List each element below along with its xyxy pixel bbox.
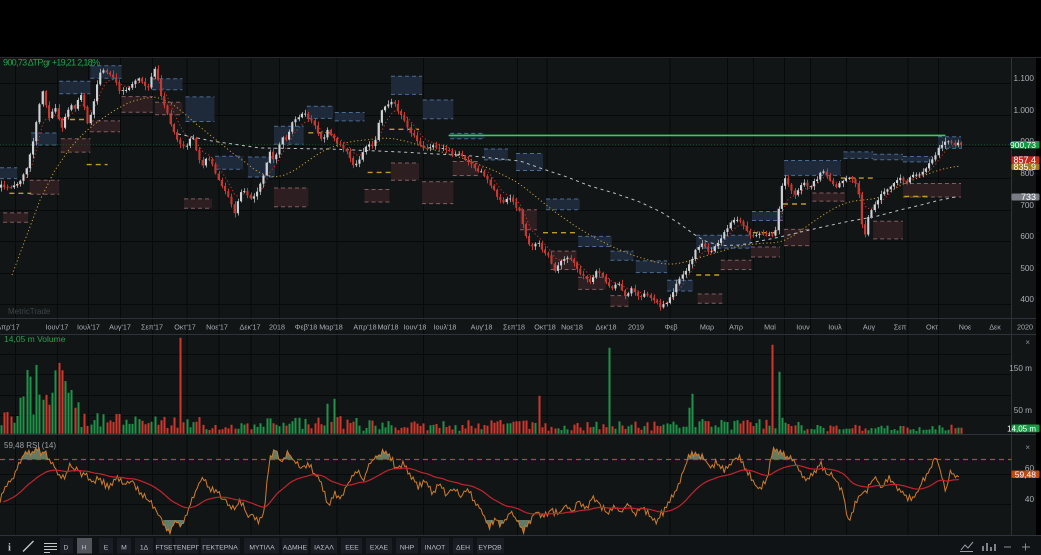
svg-text:×: × — [1025, 443, 1030, 452]
svg-text:FTSE: FTSE — [155, 545, 173, 552]
svg-text:×: × — [1025, 338, 1030, 347]
svg-text:Οκτ'17: Οκτ'17 — [174, 323, 195, 332]
svg-text:ΙΝΛΟΤ: ΙΝΛΟΤ — [425, 545, 446, 552]
svg-text:H: H — [82, 545, 87, 552]
svg-text:ΓΕΚΤΕΡΝΑ: ΓΕΚΤΕΡΝΑ — [202, 545, 238, 552]
svg-text:Αυγ'17: Αυγ'17 — [109, 323, 131, 332]
svg-text:ΕΧΑΕ: ΕΧΑΕ — [370, 545, 389, 552]
svg-text:40: 40 — [1025, 495, 1035, 504]
svg-text:59,48 RSI (14): 59,48 RSI (14) — [4, 441, 56, 450]
svg-text:1Δ: 1Δ — [140, 545, 149, 552]
svg-text:Αυγ: Αυγ — [863, 323, 876, 332]
svg-text:Ιουν'17: Ιουν'17 — [46, 323, 69, 332]
svg-text:Ιουλ: Ιουλ — [828, 323, 842, 332]
svg-text:Ιουλ'17: Ιουλ'17 — [77, 323, 100, 332]
svg-text:835,9: 835,9 — [1013, 162, 1036, 172]
svg-text:Απρ'18: Απρ'18 — [353, 323, 376, 332]
svg-text:59,48: 59,48 — [1015, 469, 1037, 479]
svg-text:1.100: 1.100 — [1014, 74, 1035, 83]
svg-text:ΜΥΤΙΛΑ: ΜΥΤΙΛΑ — [249, 545, 275, 552]
svg-text:900,73: 900,73 — [1010, 140, 1036, 150]
svg-text:ΕΕΕ: ΕΕΕ — [345, 545, 359, 552]
svg-text:Ιουλ'18: Ιουλ'18 — [434, 323, 457, 332]
svg-text:1.000: 1.000 — [1014, 106, 1035, 115]
svg-text:Σεπ'17: Σεπ'17 — [141, 323, 163, 332]
svg-text:Μαρ'18: Μαρ'18 — [319, 323, 343, 332]
svg-text:Σεπ: Σεπ — [894, 323, 907, 332]
svg-text:900,73 ΔΤΡ.gr +19,21 2,18%: 900,73 ΔΤΡ.gr +19,21 2,18% — [3, 58, 100, 68]
svg-text:150 m: 150 m — [1009, 364, 1032, 373]
svg-text:Μαρ: Μαρ — [700, 323, 714, 332]
svg-text:Νοε: Νοε — [959, 323, 972, 332]
svg-text:Δεκ'18: Δεκ'18 — [596, 323, 617, 332]
svg-text:Δεκ'17: Δεκ'17 — [240, 323, 261, 332]
svg-text:733: 733 — [1021, 192, 1036, 202]
svg-text:ΤΕΝΕΡΓ: ΤΕΝΕΡΓ — [173, 545, 200, 552]
svg-text:14,05 m Volume: 14,05 m Volume — [4, 334, 66, 344]
svg-text:Αυγ'18: Αυγ'18 — [471, 323, 493, 332]
svg-text:Οκτ: Οκτ — [926, 323, 938, 332]
svg-text:Φεβ'18: Φεβ'18 — [295, 323, 317, 332]
svg-text:ΑΔΜΗΕ: ΑΔΜΗΕ — [283, 545, 308, 552]
svg-text:700: 700 — [1020, 201, 1034, 210]
svg-text:D: D — [64, 545, 69, 552]
svg-text:ΝΗΡ: ΝΗΡ — [400, 545, 415, 552]
svg-text:400: 400 — [1020, 295, 1034, 304]
svg-text:Μαϊ'18: Μαϊ'18 — [377, 323, 398, 332]
svg-text:14,05 m: 14,05 m — [1007, 425, 1036, 434]
svg-text:Απρ'17: Απρ'17 — [0, 323, 20, 332]
svg-text:Δεκ: Δεκ — [989, 323, 1001, 332]
svg-text:Απρ: Απρ — [729, 323, 743, 332]
svg-text:Ιουν: Ιουν — [796, 323, 810, 332]
svg-text:M: M — [121, 545, 127, 552]
svg-text:ΕΥΡΩΒ: ΕΥΡΩΒ — [478, 545, 502, 552]
svg-text:Φεβ: Φεβ — [664, 323, 677, 332]
svg-text:ΙΑΣΑΛ: ΙΑΣΑΛ — [314, 545, 334, 552]
svg-text:50 m: 50 m — [1014, 406, 1032, 415]
svg-text:Σεπ'18: Σεπ'18 — [503, 323, 525, 332]
svg-text:Οκτ'18: Οκτ'18 — [534, 323, 555, 332]
svg-text:500: 500 — [1020, 264, 1034, 273]
svg-text:E: E — [104, 545, 109, 552]
svg-text:Μαϊ: Μαϊ — [764, 323, 776, 332]
svg-text:600: 600 — [1020, 232, 1034, 241]
svg-text:Ιουν'18: Ιουν'18 — [404, 323, 427, 332]
svg-text:Νοε'17: Νοε'17 — [206, 323, 228, 332]
svg-text:i: i — [8, 543, 11, 554]
svg-text:MetricTrade: MetricTrade — [8, 307, 51, 316]
svg-text:Νοε'18: Νοε'18 — [561, 323, 583, 332]
svg-text:2018: 2018 — [269, 323, 285, 332]
svg-text:2019: 2019 — [628, 323, 644, 332]
svg-text:2020: 2020 — [1017, 323, 1033, 332]
svg-text:ΔΕΗ: ΔΕΗ — [456, 545, 470, 552]
